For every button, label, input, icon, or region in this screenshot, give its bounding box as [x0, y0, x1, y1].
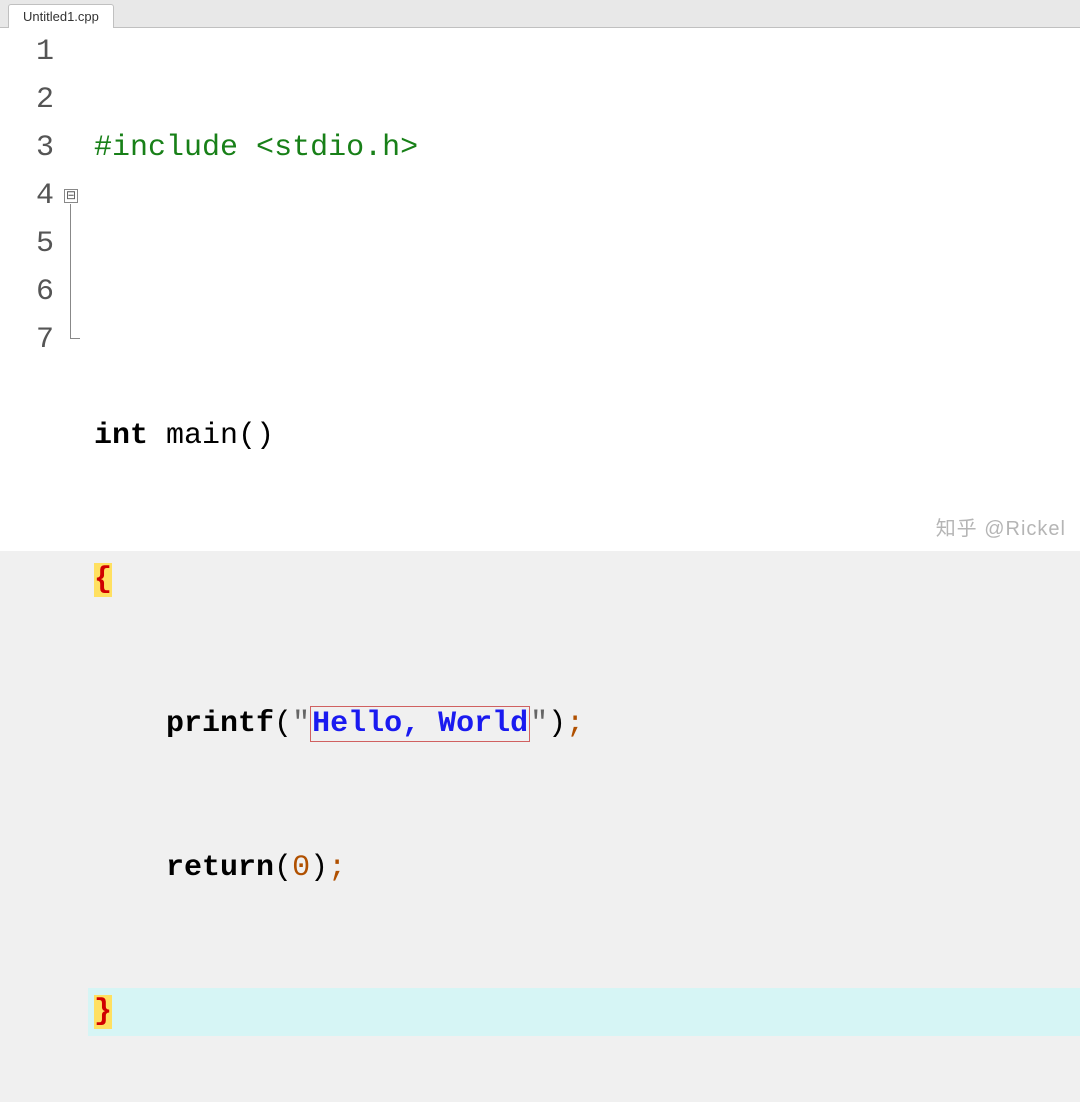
code-line[interactable]: return(0); — [88, 844, 1080, 892]
paren: ( — [274, 707, 292, 741]
function-call: printf — [166, 707, 274, 741]
paren: ( — [274, 851, 292, 885]
code-line[interactable]: #include <stdio.h> — [88, 124, 1080, 172]
string-quote: " — [292, 707, 310, 741]
watermark-text: 知乎 @Rickel — [936, 512, 1066, 541]
brace-match-highlight: } — [94, 995, 112, 1029]
header-name: stdio.h — [274, 131, 400, 165]
brace-match-highlight: { — [94, 563, 112, 597]
keyword-token: return — [166, 851, 274, 885]
function-name: main — [166, 419, 238, 453]
line-number-gutter: 1 2 3 4 5 6 7 — [0, 28, 60, 551]
code-line[interactable] — [88, 268, 1080, 316]
space — [238, 131, 256, 165]
line-number: 7 — [0, 316, 54, 364]
fold-guide-end — [70, 338, 80, 339]
file-tab[interactable]: Untitled1.cpp — [8, 4, 114, 28]
indent — [94, 707, 166, 741]
space — [148, 419, 166, 453]
code-line[interactable]: { — [88, 556, 1080, 604]
line-number: 2 — [0, 76, 54, 124]
fold-guide-line — [70, 204, 71, 339]
angle-bracket: > — [400, 131, 418, 165]
paren: ( — [238, 419, 256, 453]
line-number: 1 — [0, 28, 54, 76]
preprocessor-token: #include — [94, 131, 238, 165]
keyword-token: int — [94, 419, 148, 453]
line-number: 4 — [0, 172, 54, 220]
tab-bar: Untitled1.cpp — [0, 0, 1080, 28]
paren: ) — [310, 851, 328, 885]
paren: ) — [256, 419, 274, 453]
semicolon: ; — [566, 707, 584, 741]
string-literal-selected: Hello, World — [310, 706, 530, 742]
string-quote: " — [530, 707, 548, 741]
code-area[interactable]: #include <stdio.h> int main() { printf("… — [88, 28, 1080, 551]
line-number: 6 — [0, 268, 54, 316]
code-line[interactable]: printf("Hello, World"); — [88, 700, 1080, 748]
fold-column: ⊟ — [60, 28, 88, 551]
code-line[interactable]: int main() — [88, 412, 1080, 460]
line-number: 3 — [0, 124, 54, 172]
paren: ) — [548, 707, 566, 741]
code-editor[interactable]: 1 2 3 4 5 6 7 ⊟ #include <stdio.h> int m… — [0, 28, 1080, 551]
fold-toggle-icon[interactable]: ⊟ — [64, 189, 78, 203]
code-line-current[interactable]: } — [88, 988, 1080, 1036]
line-number: 5 — [0, 220, 54, 268]
number-literal: 0 — [292, 851, 310, 885]
indent — [94, 851, 166, 885]
angle-bracket: < — [256, 131, 274, 165]
semicolon: ; — [328, 851, 346, 885]
